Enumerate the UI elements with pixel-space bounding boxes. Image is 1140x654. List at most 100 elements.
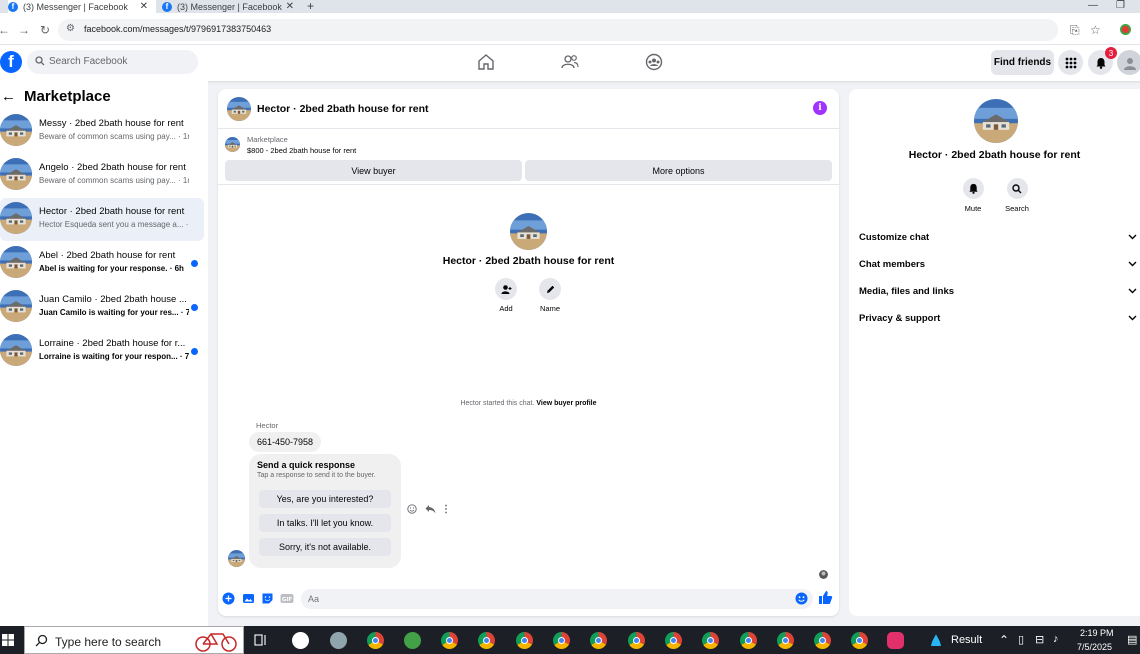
chrome-app-icon[interactable] [590,632,607,649]
customize-chat-section[interactable]: Customize chat [859,228,1137,246]
weather-icon[interactable] [928,632,944,648]
plus-circle-icon[interactable] [222,592,235,605]
details-avatar[interactable] [974,99,1018,143]
conversation-avatar [0,334,32,366]
chrome-app-icon[interactable] [777,632,794,649]
conversation-avatar [0,290,32,322]
chat-avatar[interactable] [227,97,251,121]
chat-members-section[interactable]: Chat members [859,255,1137,273]
chat-title[interactable]: Hector · 2bed 2bath house for rent [257,103,429,115]
message-bubble[interactable]: 661-450-7958 [249,432,322,452]
view-buyer-button[interactable]: View buyer [225,160,522,181]
conversation-item[interactable]: Juan Camilo · 2bed 2bath house ... Juan C… [0,286,204,329]
chrome-app-icon[interactable] [516,632,533,649]
conversation-item[interactable]: Messy · 2bed 2bath house for rent Beware … [0,110,204,153]
paint-app-icon[interactable] [330,632,347,649]
grammarly-app-icon[interactable] [292,632,309,649]
chrome-app-icon[interactable] [665,632,682,649]
chrome-app-icon[interactable] [553,632,570,649]
search-chat-button[interactable]: Search [1002,178,1032,213]
browser-tab[interactable]: f (3) Messenger | Facebook ✕ [162,0,302,13]
restore-icon[interactable]: ❐ [1116,0,1125,11]
reload-icon[interactable]: ↻ [40,23,50,37]
quick-response-option[interactable]: Sorry, it's not available. [259,538,391,556]
message-input-box[interactable] [301,589,813,609]
thumbs-up-icon[interactable] [818,590,833,605]
sticker-icon[interactable] [261,592,274,605]
emoji-icon[interactable] [795,592,808,605]
network-icon[interactable]: ⊟ [1035,633,1044,646]
chrome-app-icon[interactable] [702,632,719,649]
conversation-item[interactable]: Angelo · 2bed 2bath house for rent Beware… [0,154,204,197]
home-icon[interactable] [477,53,495,71]
chrome-app-icon[interactable] [441,632,458,649]
close-tab-icon[interactable]: ✕ [140,1,148,12]
new-tab-icon[interactable]: + [307,0,314,13]
listing-price[interactable]: $800 - 2bed 2bath house for rent [247,146,356,155]
quick-response-option[interactable]: Yes, are you interested? [259,490,391,508]
chrome-app-icon[interactable] [851,632,868,649]
facebook-logo-icon[interactable]: f [0,51,22,73]
mute-button[interactable]: Mute [958,178,988,213]
more-options-button[interactable]: More options [525,160,832,181]
message-input[interactable] [301,589,781,609]
site-settings-icon[interactable]: ⚙ [66,23,75,34]
listing-thumbnail[interactable] [225,137,240,152]
media-files-section[interactable]: Media, files and links [859,282,1137,300]
photo-icon[interactable] [242,592,255,605]
bookmark-star-icon[interactable]: ☆ [1090,23,1101,37]
account-avatar[interactable] [1117,50,1140,75]
view-buyer-profile-link[interactable]: View buyer profile [536,400,596,407]
gif-icon[interactable]: GIF [280,592,294,605]
info-icon[interactable]: i [813,101,827,115]
notifications-button[interactable]: 3 [1088,47,1117,75]
taskbar-search-placeholder: Type here to search [55,635,162,649]
conversation-item[interactable]: Abel · 2bed 2bath house for rent Abel is … [0,242,204,285]
notification-center-icon[interactable]: ▤ [1127,633,1137,646]
react-emoji-icon[interactable] [407,504,417,514]
close-tab-icon[interactable]: ✕ [286,1,294,12]
groups-icon[interactable] [645,53,663,71]
more-vertical-icon[interactable] [444,504,448,514]
forward-arrow-icon[interactable]: → [18,23,30,37]
task-view-icon[interactable] [254,633,268,647]
taskbar-clock-time[interactable]: 2:19 PM [1080,628,1114,638]
chrome-app-icon[interactable] [740,632,757,649]
facebook-search-box[interactable]: Search Facebook [27,50,198,74]
friends-icon[interactable] [561,53,579,71]
minimize-icon[interactable]: — [1088,0,1098,11]
conversation-item[interactable]: Hector · 2bed 2bath house for rent Hector… [0,198,204,241]
search-label: Search [1005,204,1029,213]
back-arrow-icon[interactable]: ← [1,88,16,105]
quick-response-option[interactable]: In talks. I'll let you know. [259,514,391,532]
chrome-app-icon[interactable] [478,632,495,649]
sender-avatar[interactable] [228,550,245,567]
instagram-app-icon[interactable] [887,632,904,649]
tray-device-icon[interactable]: ▯ [1018,633,1024,646]
browser-tab-active[interactable]: f (3) Messenger | Facebook ✕ [8,0,156,13]
chevron-up-icon[interactable]: ⌃ [999,633,1009,647]
reply-icon[interactable] [425,504,436,514]
taskbar-clock-date[interactable]: 7/5/2025 [1077,642,1112,652]
find-friends-button[interactable]: Find friends [991,50,1054,75]
chat-details-panel: Hector · 2bed 2bath house for rent Mute … [849,89,1140,616]
utorrent-app-icon[interactable] [404,632,421,649]
browser-tabbar: f (3) Messenger | Facebook ✕ f (3) Messe… [0,0,1140,13]
url-bar[interactable]: ⚙ facebook.com/messages/t/97969173837504… [58,19,1058,41]
back-arrow-icon[interactable]: ← [0,23,10,37]
add-people-button[interactable]: Add [494,278,518,313]
name-chat-button[interactable]: Name [538,278,562,313]
conversation-item[interactable]: Lorraine · 2bed 2bath house for r... Lorr… [0,330,204,373]
chrome-app-icon[interactable] [814,632,831,649]
conversation-preview: Beware of common scams using pay... · 1m [39,176,189,185]
volume-icon[interactable]: ♪ [1053,633,1059,645]
windows-start-icon[interactable] [2,634,14,646]
taskbar-search-box[interactable]: Type here to search [24,626,244,654]
chrome-app-icon[interactable] [628,632,645,649]
chrome-app-icon[interactable] [367,632,384,649]
profile-extension-icon[interactable] [1120,24,1131,35]
install-app-icon[interactable]: ⎘ [1070,23,1080,38]
weather-result-label[interactable]: Result [951,634,982,646]
menu-grid-button[interactable] [1058,50,1083,75]
privacy-support-section[interactable]: Privacy & support [859,309,1137,327]
